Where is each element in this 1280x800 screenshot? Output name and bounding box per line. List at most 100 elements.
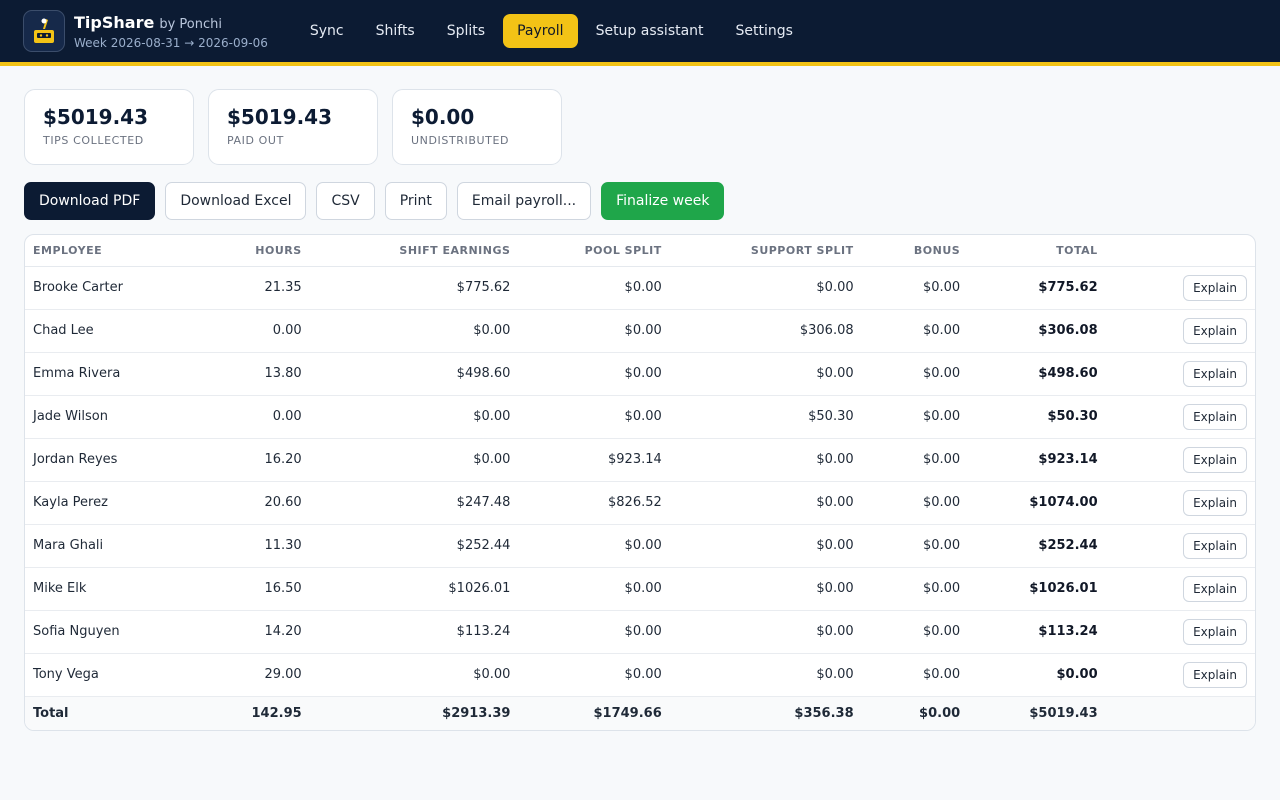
cell-pool-split: $923.14	[518, 438, 670, 482]
cell-support-split: $0.00	[669, 481, 862, 525]
cell-pool-split: $0.00	[518, 309, 670, 353]
cell-hours: 20.60	[184, 481, 310, 525]
cell-total: $1074.00	[968, 481, 1106, 525]
cell-employee: Jade Wilson	[25, 395, 185, 439]
cell-actions: Explain	[1105, 653, 1255, 697]
total-actions-cell	[1105, 696, 1255, 730]
table-header-row: EMPLOYEE HOURS SHIFT EARNINGS POOL SPLIT…	[25, 235, 1255, 267]
app-byline: by Ponchi	[159, 16, 222, 32]
stat-paid-out: $5019.43 PAID OUT	[208, 89, 378, 165]
col-pool-split: POOL SPLIT	[518, 235, 670, 267]
cell-bonus: $0.00	[861, 438, 969, 482]
cell-bonus: $0.00	[861, 352, 969, 396]
explain-button[interactable]: Explain	[1183, 317, 1247, 344]
app-name: TipShare	[74, 12, 155, 32]
nav-settings[interactable]: Settings	[722, 14, 807, 48]
table-row: Emma Rivera 13.80 $498.60 $0.00 $0.00 $0…	[25, 352, 1255, 396]
cell-shift-earnings: $252.44	[309, 524, 519, 568]
explain-button[interactable]: Explain	[1183, 532, 1247, 559]
cell-employee: Brooke Carter	[25, 266, 185, 310]
payroll-table: EMPLOYEE HOURS SHIFT EARNINGS POOL SPLIT…	[25, 235, 1255, 730]
cell-pool-split: $0.00	[518, 352, 670, 396]
table-row: Jade Wilson 0.00 $0.00 $0.00 $50.30 $0.0…	[25, 395, 1255, 439]
cell-hours: 14.20	[184, 610, 310, 654]
nav-shifts[interactable]: Shifts	[362, 14, 429, 48]
cell-support-split: $50.30	[669, 395, 862, 439]
explain-button[interactable]: Explain	[1183, 360, 1247, 387]
explain-button[interactable]: Explain	[1183, 661, 1247, 688]
cell-total: $306.08	[968, 309, 1106, 353]
cell-total: $252.44	[968, 524, 1106, 568]
cell-employee: Tony Vega	[25, 653, 185, 697]
stat-value: $5019.43	[227, 105, 333, 129]
cell-pool-split: $0.00	[518, 524, 670, 568]
cell-hours: 0.00	[184, 395, 310, 439]
cell-bonus: $0.00	[861, 309, 969, 353]
stat-undistributed: $0.00 UNDISTRIBUTED	[392, 89, 562, 165]
cell-support-split: $0.00	[669, 653, 862, 697]
cell-actions: Explain	[1105, 309, 1255, 353]
finalize-week-button[interactable]: Finalize week	[601, 182, 725, 220]
cell-support-split: $0.00	[669, 567, 862, 611]
cell-support-split: $0.00	[669, 610, 862, 654]
stat-label: UNDISTRIBUTED	[411, 134, 510, 147]
email-payroll-button[interactable]: Email payroll...	[456, 182, 592, 220]
cell-actions: Explain	[1105, 567, 1255, 611]
print-button[interactable]: Print	[384, 182, 447, 220]
cell-bonus: $0.00	[861, 481, 969, 525]
cell-shift-earnings: $113.24	[309, 610, 519, 654]
cell-pool-split: $826.52	[518, 481, 670, 525]
total-bonus: $0.00	[861, 696, 969, 730]
col-total: TOTAL	[968, 235, 1106, 267]
col-shift-earnings: SHIFT EARNINGS	[309, 235, 519, 267]
cell-total: $113.24	[968, 610, 1106, 654]
cell-shift-earnings: $1026.01	[309, 567, 519, 611]
tip-jar-icon[interactable]	[23, 10, 65, 52]
stat-value: $0.00	[411, 105, 475, 129]
cell-actions: Explain	[1105, 481, 1255, 525]
cell-bonus: $0.00	[861, 395, 969, 439]
csv-button[interactable]: CSV	[316, 182, 375, 220]
cell-support-split: $0.00	[669, 352, 862, 396]
cell-support-split: $306.08	[669, 309, 862, 353]
explain-button[interactable]: Explain	[1183, 274, 1247, 301]
explain-button[interactable]: Explain	[1183, 403, 1247, 430]
nav-setup-assistant[interactable]: Setup assistant	[582, 14, 718, 48]
cell-total: $50.30	[968, 395, 1106, 439]
total-hours: 142.95	[184, 696, 310, 730]
col-support-split: SUPPORT SPLIT	[669, 235, 862, 267]
cell-shift-earnings: $247.48	[309, 481, 519, 525]
cell-total: $0.00	[968, 653, 1106, 697]
explain-button[interactable]: Explain	[1183, 575, 1247, 602]
cell-support-split: $0.00	[669, 266, 862, 310]
nav-splits[interactable]: Splits	[433, 14, 499, 48]
table-row: Mike Elk 16.50 $1026.01 $0.00 $0.00 $0.0…	[25, 567, 1255, 611]
col-employee: EMPLOYEE	[25, 235, 185, 267]
cell-actions: Explain	[1105, 524, 1255, 568]
explain-button[interactable]: Explain	[1183, 489, 1247, 516]
cell-hours: 11.30	[184, 524, 310, 568]
cell-bonus: $0.00	[861, 524, 969, 568]
total-label: Total	[25, 696, 185, 730]
explain-button[interactable]: Explain	[1183, 618, 1247, 645]
download-excel-button[interactable]: Download Excel	[165, 182, 307, 220]
explain-button[interactable]: Explain	[1183, 446, 1247, 473]
cell-employee: Sofia Nguyen	[25, 610, 185, 654]
stat-label: TIPS COLLECTED	[43, 134, 144, 147]
cell-shift-earnings: $498.60	[309, 352, 519, 396]
nav-sync[interactable]: Sync	[296, 14, 358, 48]
cell-hours: 16.50	[184, 567, 310, 611]
cell-bonus: $0.00	[861, 653, 969, 697]
col-actions	[1105, 235, 1255, 267]
cell-actions: Explain	[1105, 438, 1255, 482]
payroll-table-container: EMPLOYEE HOURS SHIFT EARNINGS POOL SPLIT…	[24, 234, 1256, 731]
cell-pool-split: $0.00	[518, 266, 670, 310]
cell-bonus: $0.00	[861, 266, 969, 310]
cell-total: $1026.01	[968, 567, 1106, 611]
cell-total: $775.62	[968, 266, 1106, 310]
cell-hours: 0.00	[184, 309, 310, 353]
download-pdf-button[interactable]: Download PDF	[24, 182, 156, 220]
cell-shift-earnings: $0.00	[309, 395, 519, 439]
cell-hours: 21.35	[184, 266, 310, 310]
nav-payroll[interactable]: Payroll	[503, 14, 578, 48]
